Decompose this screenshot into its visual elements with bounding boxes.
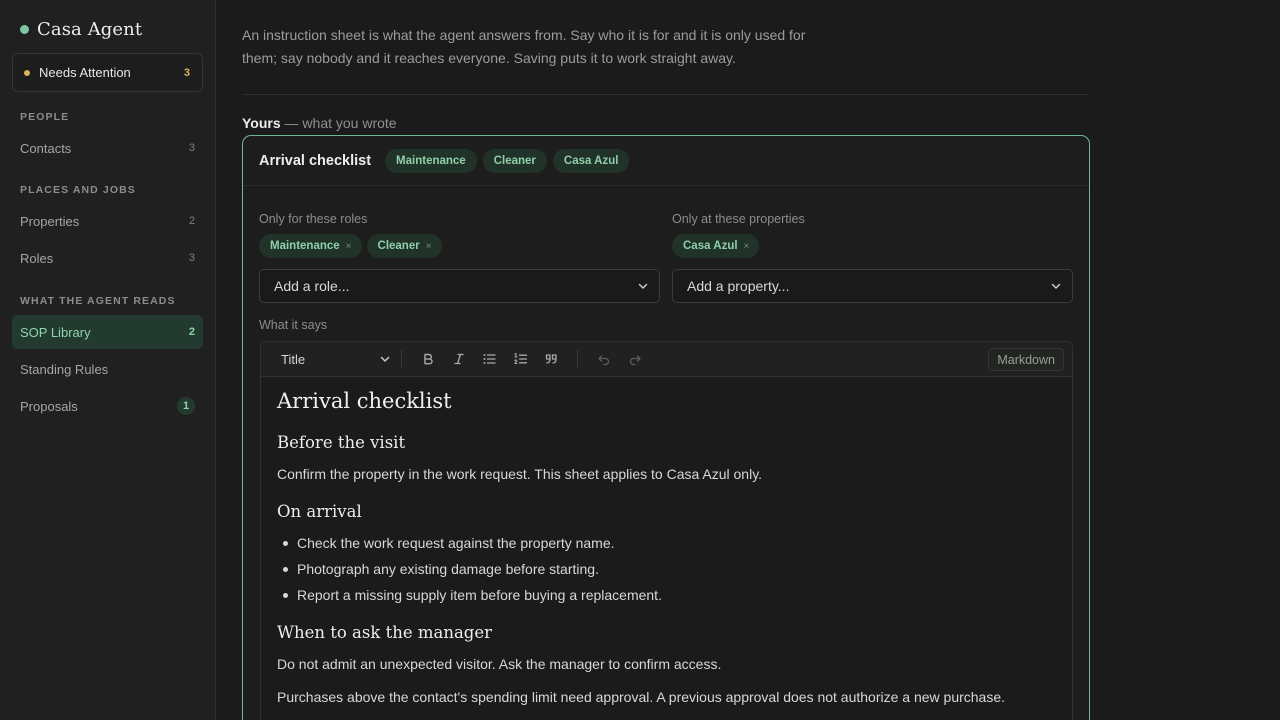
- remove-chip-icon[interactable]: ×: [744, 241, 750, 252]
- rich-text-editor: Title Markdown Arrival checklist Before …: [260, 341, 1073, 720]
- add-property-placeholder: Add a property...: [687, 278, 790, 294]
- remove-chip-icon[interactable]: ×: [346, 241, 352, 252]
- sidebar-item-contacts[interactable]: Contacts 3: [12, 131, 203, 165]
- sidebar-item-label: Standing Rules: [20, 361, 109, 377]
- doc-paragraph: Confirm the property in the work request…: [277, 466, 763, 482]
- needs-attention-count: 3: [183, 66, 190, 79]
- chip-label: Cleaner: [377, 240, 420, 252]
- roles-label: Only for these roles: [259, 212, 368, 226]
- role-chips: Maintenance × Cleaner ×: [259, 234, 447, 258]
- chevron-down-icon: [1051, 283, 1061, 289]
- doc-heading-before-visit: Before the visit: [277, 433, 406, 452]
- role-chip: Cleaner ×: [366, 234, 442, 258]
- property-chips: Casa Azul ×: [672, 234, 764, 258]
- block-type-select[interactable]: Title: [281, 352, 391, 367]
- what-it-says-label: What it says: [259, 318, 328, 332]
- remove-chip-icon[interactable]: ×: [426, 241, 432, 252]
- brand[interactable]: Casa Agent: [20, 17, 142, 41]
- needs-attention-label: Needs Attention: [39, 65, 131, 80]
- sidebar-item-count: 2: [188, 326, 195, 338]
- doc-heading-1: Arrival checklist: [277, 389, 452, 413]
- chevron-down-icon: [380, 356, 390, 362]
- doc-heading-ask-manager: When to ask the manager: [277, 623, 493, 642]
- doc-heading-on-arrival: On arrival: [277, 502, 362, 521]
- toolbar-separator: [577, 350, 578, 368]
- divider: [242, 94, 1089, 95]
- sidebar-item-label: SOP Library: [20, 324, 91, 340]
- undo-icon[interactable]: [588, 347, 619, 371]
- role-chip: Maintenance ×: [259, 234, 362, 258]
- sop-card: Arrival checklist Maintenance Cleaner Ca…: [242, 135, 1090, 720]
- sidebar-item-label: Roles: [20, 250, 54, 266]
- section-heading-places-and-jobs: PLACES AND JOBS: [20, 184, 136, 196]
- sop-title: Arrival checklist: [259, 152, 372, 169]
- italic-icon[interactable]: [443, 347, 474, 371]
- tag-pill: Casa Azul: [552, 148, 630, 173]
- section-heading-people: PEOPLE: [20, 111, 70, 123]
- sidebar-item-count: 3: [188, 142, 195, 154]
- add-role-select[interactable]: Add a role...: [259, 269, 660, 303]
- intro-text: An instruction sheet is what the agent a…: [242, 27, 806, 66]
- app-title: Casa Agent: [37, 18, 143, 40]
- chevron-down-icon: [638, 283, 648, 289]
- sidebar-item-count: 2: [188, 215, 195, 227]
- sidebar-item-count: 3: [188, 252, 195, 264]
- toolbar-separator: [401, 350, 402, 368]
- chip-label: Casa Azul: [683, 240, 738, 252]
- list-item: Check the work request against the prope…: [283, 530, 662, 556]
- block-type-value: Title: [281, 351, 306, 367]
- yours-sublabel: — what you wrote: [280, 115, 397, 131]
- sidebar-item-label: Proposals: [20, 398, 78, 414]
- tag-pill: Cleaner: [482, 148, 547, 173]
- numbered-list-icon[interactable]: [505, 347, 536, 371]
- sop-card-header: Arrival checklist Maintenance Cleaner Ca…: [243, 136, 1089, 186]
- sidebar-item-roles[interactable]: Roles 3: [12, 241, 203, 275]
- needs-attention-button[interactable]: Needs Attention 3: [12, 53, 203, 92]
- bold-icon[interactable]: [412, 347, 443, 371]
- sidebar-item-standing-rules[interactable]: Standing Rules: [12, 352, 203, 386]
- editor-toolbar: Title Markdown: [261, 342, 1072, 377]
- list-item: Photograph any existing damage before st…: [283, 556, 662, 582]
- bullet-list-icon[interactable]: [474, 347, 505, 371]
- sidebar: Casa Agent Needs Attention 3 PEOPLE Cont…: [0, 0, 216, 720]
- section-heading-what-the-agent-reads: WHAT THE AGENT READS: [20, 295, 176, 307]
- tag-pill: Maintenance: [385, 148, 477, 173]
- section-heading-yours: Yours — what you wrote: [242, 115, 397, 131]
- properties-label: Only at these properties: [672, 212, 805, 226]
- sidebar-item-sop-library[interactable]: SOP Library 2: [12, 315, 203, 349]
- doc-bullet-list: Check the work request against the prope…: [283, 530, 662, 608]
- chip-label: Maintenance: [270, 240, 340, 252]
- property-chip: Casa Azul ×: [672, 234, 760, 258]
- doc-paragraph: Purchases above the contact's spending l…: [277, 689, 1006, 705]
- sidebar-item-count: 1: [177, 397, 195, 415]
- quote-icon[interactable]: [536, 347, 567, 371]
- sidebar-item-label: Properties: [20, 213, 80, 229]
- add-role-placeholder: Add a role...: [274, 278, 350, 294]
- attention-dot-icon: [24, 69, 30, 76]
- brand-dot-icon: [20, 24, 29, 34]
- redo-icon[interactable]: [619, 347, 650, 371]
- markdown-toggle-button[interactable]: Markdown: [988, 348, 1064, 371]
- add-property-select[interactable]: Add a property...: [672, 269, 1073, 303]
- sidebar-item-properties[interactable]: Properties 2: [12, 204, 203, 238]
- sidebar-item-label: Contacts: [20, 140, 72, 156]
- sidebar-item-proposals[interactable]: Proposals 1: [12, 389, 203, 423]
- yours-label: Yours: [242, 115, 281, 131]
- list-item: Report a missing supply item before buyi…: [283, 582, 662, 608]
- doc-paragraph: Do not admit an unexpected visitor. Ask …: [277, 656, 722, 672]
